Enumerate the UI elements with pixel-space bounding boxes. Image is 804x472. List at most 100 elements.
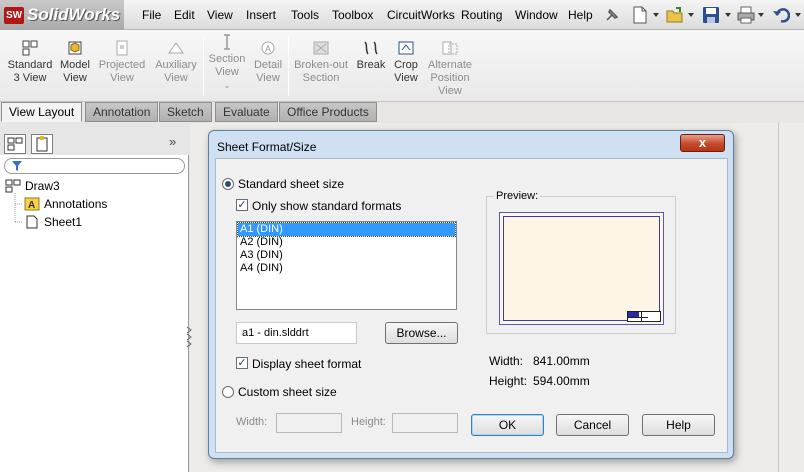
menu-routing[interactable]: Routing — [461, 8, 502, 22]
projected-view-label-2: View — [110, 72, 134, 84]
tab-sketch[interactable]: Sketch — [159, 102, 212, 122]
standard-3-view-label-1: Standard — [7, 59, 53, 71]
auxiliary-view-icon — [168, 42, 184, 54]
projected-view-label-1: Projected — [98, 59, 146, 71]
ok-button[interactable]: OK — [471, 414, 544, 436]
menu-edit[interactable]: Edit — [174, 8, 195, 22]
broken-out-section-button[interactable]: Broken-out Section — [292, 40, 350, 85]
tab-annotation[interactable]: Annotation — [85, 102, 159, 122]
print-dropdown-icon[interactable] — [758, 13, 764, 17]
custom-height-input[interactable] — [392, 413, 458, 433]
new-document-icon[interactable] — [631, 6, 649, 24]
only-standard-formats-label: Only show standard formats — [252, 199, 402, 213]
menu-file[interactable]: File — [142, 8, 161, 22]
panel-resize-handle-icon[interactable] — [186, 325, 194, 349]
section-view-icon — [224, 34, 230, 50]
feature-manager-tree: » Draw3 A Annotations Sheet1 — [0, 123, 189, 472]
preview-height-value: 594.00mm — [533, 374, 590, 388]
crop-view-label-1: Crop — [394, 59, 418, 71]
section-view-button[interactable]: Section View ⌄ — [207, 34, 247, 92]
save-icon[interactable] — [702, 6, 720, 24]
model-view-button[interactable]: Model View — [57, 40, 93, 85]
menu-view[interactable]: View — [207, 8, 233, 22]
command-manager-tabs: View Layout Annotation Sketch Evaluate O… — [0, 102, 804, 123]
model-view-label-1: Model — [60, 59, 90, 71]
projected-view-icon — [116, 40, 128, 56]
property-manager-tab[interactable] — [31, 134, 53, 154]
menu-toolbox[interactable]: Toolbox — [332, 8, 373, 22]
menu-tools[interactable]: Tools — [291, 8, 319, 22]
undo-icon[interactable] — [772, 6, 790, 24]
open-folder-icon[interactable] — [666, 6, 684, 24]
sheet-icon — [26, 215, 38, 229]
alternate-position-view-button[interactable]: Alternate Position View — [425, 40, 475, 98]
menu-insert[interactable]: Insert — [246, 8, 276, 22]
detail-view-label-1: Detail — [253, 59, 283, 71]
sheet-preview-border — [503, 216, 661, 322]
tree-item-sheet1[interactable]: Sheet1 — [44, 215, 82, 229]
model-view-icon — [68, 41, 82, 55]
menu-window[interactable]: Window — [515, 8, 558, 22]
auxiliary-view-label-2: View — [164, 72, 188, 84]
tree-item-draw3[interactable]: Draw3 — [25, 179, 60, 193]
break-icon — [364, 41, 378, 55]
tab-evaluate[interactable]: Evaluate — [215, 102, 278, 122]
custom-width-input[interactable] — [276, 413, 342, 433]
detail-view-button[interactable]: A Detail View — [251, 40, 285, 85]
tree-connector-lines — [14, 193, 23, 223]
print-icon[interactable] — [737, 6, 755, 24]
dialog-close-button[interactable]: x — [680, 134, 725, 152]
svg-text:A: A — [28, 200, 35, 211]
dialog-title: Sheet Format/Size — [217, 140, 317, 154]
crop-view-button[interactable]: Crop View — [390, 40, 422, 85]
tree-filter-input[interactable] — [4, 158, 185, 174]
section-view-label-1: Section — [208, 53, 246, 65]
new-document-dropdown-icon[interactable] — [653, 13, 659, 17]
list-item-a2-din[interactable]: A2 (DIN) — [238, 236, 455, 249]
feature-manager-tabs: » — [0, 123, 189, 155]
standard-3-view-label-2: 3 View — [13, 72, 47, 84]
alternate-position-view-icon — [442, 41, 458, 55]
model-view-label-2: View — [63, 72, 87, 84]
drawing-icon — [5, 179, 21, 193]
tree-item-annotations[interactable]: Annotations — [44, 197, 107, 211]
svg-text:A: A — [265, 44, 271, 54]
save-dropdown-icon[interactable] — [725, 13, 731, 17]
crop-view-icon — [398, 41, 414, 55]
feature-tree-tab[interactable] — [4, 134, 26, 154]
tab-view-layout[interactable]: View Layout — [1, 102, 83, 122]
property-manager-icon — [36, 136, 48, 152]
preview-width-value: 841.00mm — [533, 354, 590, 368]
solidworks-logo[interactable]: SW SolidWorks — [0, 0, 124, 30]
list-item-a4-din[interactable]: A4 (DIN) — [238, 262, 455, 275]
auxiliary-view-button[interactable]: Auxiliary View — [151, 40, 201, 85]
sheet-format-file-field[interactable]: a1 - din.slddrt — [236, 322, 357, 344]
section-view-dropdown-icon[interactable]: ⌄ — [224, 81, 231, 90]
custom-sheet-size-radio[interactable] — [222, 386, 234, 398]
expand-panel-icon[interactable]: » — [169, 134, 176, 149]
pin-icon[interactable] — [603, 6, 621, 24]
cancel-button[interactable]: Cancel — [556, 414, 629, 436]
help-button[interactable]: Help — [642, 414, 715, 436]
display-sheet-format-checkbox[interactable]: ✓ — [236, 357, 248, 369]
detail-view-label-2: View — [256, 72, 280, 84]
menu-bar: SW SolidWorks File Edit View Insert Tool… — [0, 0, 804, 30]
menu-circuitworks[interactable]: CircuitWorks — [387, 8, 455, 22]
standard-3-view-button[interactable]: Standard 3 View — [4, 40, 56, 85]
open-folder-dropdown-icon[interactable] — [688, 13, 694, 17]
preview-label: Preview: — [494, 190, 541, 202]
tab-office-products[interactable]: Office Products — [279, 102, 377, 122]
menu-help[interactable]: Help — [568, 8, 593, 22]
break-button[interactable]: Break — [354, 40, 388, 72]
crop-view-label-2: View — [394, 72, 418, 84]
projected-view-button[interactable]: Projected View — [96, 40, 148, 85]
undo-dropdown-icon[interactable] — [795, 13, 801, 17]
standard-sheet-size-radio[interactable] — [222, 178, 234, 190]
list-item-a1-din[interactable]: A1 (DIN) — [237, 222, 456, 237]
list-item-a3-din[interactable]: A3 (DIN) — [238, 249, 455, 262]
auxiliary-view-label-1: Auxiliary — [155, 59, 197, 71]
sheet-format-list[interactable]: A1 (DIN) A2 (DIN) A3 (DIN) A4 (DIN) — [236, 221, 457, 310]
only-standard-formats-checkbox[interactable]: ✓ — [236, 199, 248, 211]
browse-button[interactable]: Browse... — [385, 322, 458, 344]
preview-width-label: Width: — [489, 354, 524, 368]
